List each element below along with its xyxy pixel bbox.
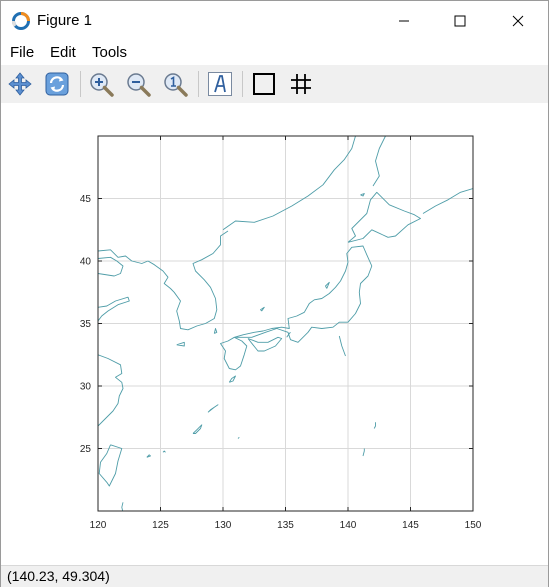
status-bar: (140.23, 49.304): [1, 565, 548, 587]
octave-logo-icon: [12, 12, 30, 30]
coastline-segment: [98, 256, 124, 277]
close-icon: [512, 15, 524, 27]
y-tick-label: 40: [80, 257, 92, 268]
maximize-icon: [454, 15, 466, 27]
coastline-segment: [162, 450, 166, 453]
rotate-button[interactable]: [43, 70, 71, 98]
grid-icon: [291, 74, 311, 94]
window-title: Figure 1: [37, 12, 93, 29]
coastline-segment: [260, 306, 265, 312]
coastline-segment: [98, 354, 124, 427]
toolbar-separator: [242, 71, 243, 97]
title-bar: Figure 1: [1, 1, 548, 41]
pan-icon: [8, 72, 32, 96]
y-tick-label: 30: [80, 382, 92, 393]
coastline-segment: [373, 422, 376, 429]
maximize-button[interactable]: [437, 1, 483, 41]
coastline-segment: [220, 336, 248, 371]
zoom-reset-icon: [164, 73, 188, 97]
insert-text-button[interactable]: [206, 70, 234, 98]
toolbar: [1, 65, 548, 103]
y-tick-label: 45: [80, 194, 92, 205]
y-tick-label: 25: [80, 444, 92, 455]
coastline-segment: [228, 375, 236, 383]
x-tick-label: 125: [152, 520, 169, 531]
insert-text-icon: [208, 72, 232, 96]
x-tick-label: 145: [402, 520, 419, 531]
coastline-segment: [222, 136, 356, 231]
coastline-segment: [338, 335, 346, 357]
x-tick-label: 135: [277, 520, 294, 531]
menu-file[interactable]: File: [10, 44, 34, 61]
coastline-segment: [146, 454, 151, 458]
grid-lines: [97, 136, 474, 511]
box-toggle-button[interactable]: [250, 70, 278, 98]
menu-tools[interactable]: Tools: [92, 44, 127, 61]
coastline-segment: [325, 281, 330, 289]
pan-button[interactable]: [6, 70, 34, 98]
figure-canvas[interactable]: 120 125 130 135 140 145 150 25 30 35 40 45: [1, 103, 548, 563]
x-tick-label: 150: [465, 520, 482, 531]
map-plot[interactable]: 120 125 130 135 140 145 150 25 30 35 40 45: [1, 103, 548, 563]
coastline-segment: [176, 341, 185, 347]
coastline-segment: [207, 404, 219, 413]
x-tick-label: 140: [340, 520, 357, 531]
coastline-segment: [234, 245, 373, 343]
zoom-out-button[interactable]: [124, 70, 152, 98]
zoom-in-icon: [90, 73, 114, 97]
minimize-icon: [399, 20, 409, 22]
menu-bar: File Edit Tools: [1, 41, 548, 65]
x-tick-label: 130: [215, 520, 232, 531]
axis-ticks: 120 125 130 135 140 145 150 25 30 35 40 45: [80, 136, 482, 531]
cursor-coordinates: (140.23, 49.304): [7, 568, 110, 584]
coastline-segment: [247, 336, 283, 352]
toolbar-separator: [80, 71, 81, 97]
close-button[interactable]: [495, 1, 541, 41]
coastline-segment: [362, 448, 365, 457]
coastline-segment: [98, 444, 123, 487]
rotate-icon: [45, 72, 69, 96]
coastline-segment: [360, 193, 365, 197]
x-tick-label: 120: [90, 520, 107, 531]
menu-edit[interactable]: Edit: [50, 44, 76, 61]
coastline-segment: [192, 424, 203, 434]
y-tick-label: 35: [80, 319, 92, 330]
minimize-button[interactable]: [381, 1, 427, 41]
zoom-reset-button[interactable]: [161, 70, 189, 98]
figure-window: Figure 1 File Edit Tools 120 125 130 135…: [0, 0, 549, 587]
coastline-segment: [372, 136, 386, 187]
zoom-out-icon: [127, 73, 151, 97]
coastline-segment: [422, 188, 473, 214]
grid-toggle-button[interactable]: [287, 70, 315, 98]
zoom-in-button[interactable]: [87, 70, 115, 98]
box-icon: [253, 73, 275, 95]
coastline-segment: [98, 296, 130, 322]
toolbar-separator: [198, 71, 199, 97]
coastline-segment: [347, 191, 421, 243]
coastline-segment: [213, 328, 218, 334]
coastline-segment: [237, 436, 240, 439]
